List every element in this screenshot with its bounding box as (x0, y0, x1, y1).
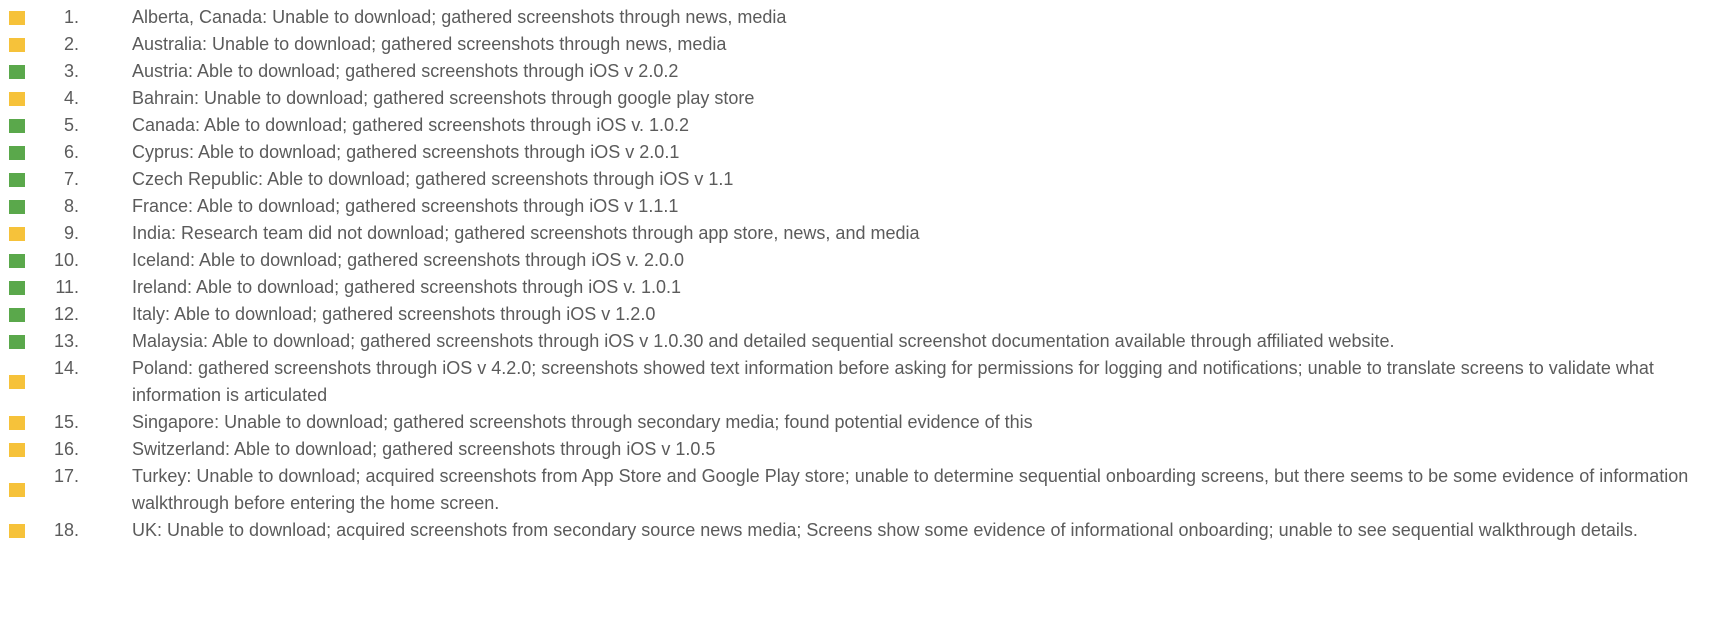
item-number: 7. (63, 169, 79, 189)
item-text: India: Research team did not download; g… (132, 223, 920, 243)
item-text: Australia: Unable to download; gathered … (132, 34, 727, 54)
item-number: 6. (63, 142, 79, 162)
item-number: 11. (55, 277, 79, 297)
list-item: 7. Czech Republic: Able to download; gath… (0, 166, 1725, 193)
item-text: UK: Unable to download; acquired screens… (132, 520, 1638, 540)
item-number: 1. (63, 7, 79, 27)
list-item: 18. UK: Unable to download; acquired scre… (0, 517, 1725, 544)
item-text: Poland: gathered screenshots through iOS… (132, 358, 1654, 405)
list-item: 5. Canada: Able to download; gathered scr… (0, 112, 1725, 139)
item-number: 2. (63, 34, 79, 54)
item-text: Austria: Able to download; gathered scre… (132, 61, 679, 81)
item-text: Switzerland: Able to download; gathered … (132, 439, 716, 459)
item-number: 17. (53, 466, 79, 486)
list-item: 17. Turkey: Unable to download; acquired … (0, 463, 1725, 517)
item-text: Italy: Able to download; gathered screen… (132, 304, 656, 324)
list-item: 11. Ireland: Able to download; gathered s… (0, 274, 1725, 301)
item-number: 16. (53, 439, 79, 459)
list-item: 9. India: Research team did not download;… (0, 220, 1725, 247)
item-number: 18. (53, 520, 79, 540)
country-list: 1. Alberta, Canada: Unable to download; g… (0, 0, 1725, 544)
item-text: Czech Republic: Able to download; gather… (132, 169, 734, 189)
list-item: 2. Australia: Unable to download; gathere… (0, 31, 1725, 58)
item-number: 12. (53, 304, 79, 324)
item-number: 4. (63, 88, 79, 108)
list-item: 1. Alberta, Canada: Unable to download; g… (0, 4, 1725, 31)
item-text: Iceland: Able to download; gathered scre… (132, 250, 685, 270)
item-number: 10. (53, 250, 79, 270)
item-number: 8. (63, 196, 79, 216)
item-number: 14. (53, 358, 79, 378)
item-text: Ireland: Able to download; gathered scre… (132, 277, 682, 297)
item-text: Turkey: Unable to download; acquired scr… (132, 466, 1689, 513)
list-item: 10. Iceland: Able to download; gathered s… (0, 247, 1725, 274)
item-text: Cyprus: Able to download; gathered scree… (132, 142, 680, 162)
list-item: 16. Switzerland: Able to download; gather… (0, 436, 1725, 463)
list-item: 4. Bahrain: Unable to download; gathered … (0, 85, 1725, 112)
item-number: 15. (53, 412, 79, 432)
item-number: 3. (63, 61, 79, 81)
list-item: 8. France: Able to download; gathered scr… (0, 193, 1725, 220)
list-item: 14. Poland: gathered screenshots through … (0, 355, 1725, 409)
item-text: Canada: Able to download; gathered scree… (132, 115, 690, 135)
list-item: 3. Austria: Able to download; gathered sc… (0, 58, 1725, 85)
list-item: 12. Italy: Able to download; gathered scr… (0, 301, 1725, 328)
item-text: France: Able to download; gathered scree… (132, 196, 679, 216)
item-text: Malaysia: Able to download; gathered scr… (132, 331, 1395, 351)
item-number: 9. (63, 223, 79, 243)
item-text: Singapore: Unable to download; gathered … (132, 412, 1033, 432)
item-number: 5. (63, 115, 79, 135)
list-item: 15. Singapore: Unable to download; gather… (0, 409, 1725, 436)
list-item: 13. Malaysia: Able to download; gathered … (0, 328, 1725, 355)
list-item: 6. Cyprus: Able to download; gathered scr… (0, 139, 1725, 166)
item-text: Bahrain: Unable to download; gathered sc… (132, 88, 755, 108)
item-number: 13. (53, 331, 79, 351)
item-text: Alberta, Canada: Unable to download; gat… (132, 7, 787, 27)
